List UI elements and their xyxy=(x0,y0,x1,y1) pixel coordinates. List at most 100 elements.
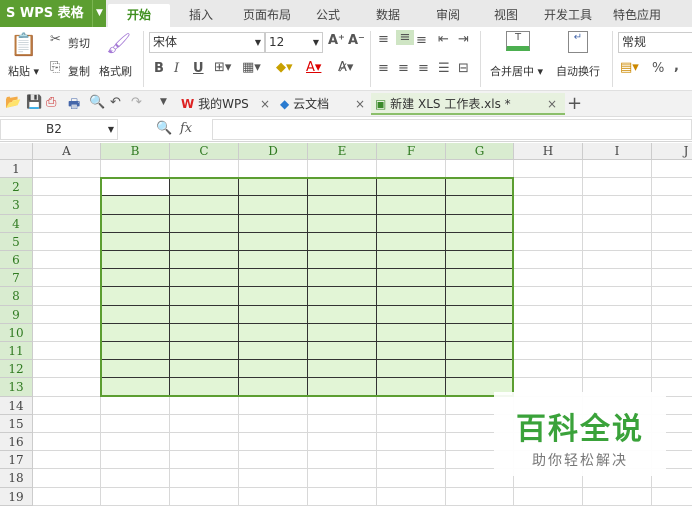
cell-J4[interactable] xyxy=(652,215,692,233)
cell-I3[interactable] xyxy=(583,196,652,215)
column-header-H[interactable]: H xyxy=(514,143,583,160)
customize-dropdown-icon[interactable]: ▼ xyxy=(160,97,167,107)
row-header-10[interactable]: 10 xyxy=(0,323,33,342)
ribbon-tab-5[interactable]: 审阅 xyxy=(424,4,472,27)
column-header-D[interactable]: D xyxy=(239,143,308,160)
cut-button[interactable]: 剪切 xyxy=(68,35,90,51)
cell-D1[interactable] xyxy=(239,160,308,179)
cell-A11[interactable] xyxy=(33,342,101,361)
cell-B16[interactable] xyxy=(101,433,170,452)
zoom-search-icon[interactable]: 🔍 xyxy=(156,121,172,136)
cell-E1[interactable] xyxy=(308,160,377,179)
cell-B18[interactable] xyxy=(101,469,170,488)
cell-A1[interactable] xyxy=(33,160,101,179)
cell-I9[interactable] xyxy=(583,305,652,324)
cell-A12[interactable] xyxy=(33,360,101,379)
cell-F1[interactable] xyxy=(377,160,446,179)
cell-F14[interactable] xyxy=(377,396,446,415)
align-right-icon[interactable]: ≡ xyxy=(418,61,429,76)
cell-H4[interactable] xyxy=(514,214,583,233)
cell-A6[interactable] xyxy=(33,251,101,270)
row-header-8[interactable]: 8 xyxy=(0,287,33,306)
cell-I19[interactable] xyxy=(583,487,652,506)
cell-A15[interactable] xyxy=(33,414,101,433)
fill-color-icon[interactable]: ◆▾ xyxy=(276,60,293,75)
row-header-11[interactable]: 11 xyxy=(0,342,33,361)
cell-B14[interactable] xyxy=(101,396,170,415)
cell-I2[interactable] xyxy=(583,178,652,197)
paste-icon[interactable]: 📋 xyxy=(10,33,37,59)
cell-B17[interactable] xyxy=(101,451,170,470)
row-header-15[interactable]: 15 xyxy=(0,414,33,433)
cell-F18[interactable] xyxy=(377,469,446,488)
cell-G19[interactable] xyxy=(446,487,514,506)
cell-H11[interactable] xyxy=(514,342,583,361)
row-header-18[interactable]: 18 xyxy=(0,469,33,488)
cell-D18[interactable] xyxy=(239,469,308,488)
column-header-I[interactable]: I xyxy=(583,143,652,160)
cell-H8[interactable] xyxy=(514,287,583,306)
row-header-1[interactable]: 1 xyxy=(0,160,33,179)
cell-F15[interactable] xyxy=(377,414,446,433)
cell-E15[interactable] xyxy=(308,414,377,433)
cell-J12[interactable] xyxy=(652,360,692,379)
decrease-indent-icon[interactable]: ⇤ xyxy=(438,32,449,47)
cell-C18[interactable] xyxy=(170,469,239,488)
cell-J19[interactable] xyxy=(652,488,692,506)
ribbon-tab-7[interactable]: 开发工具 xyxy=(537,4,599,27)
font-name-select[interactable]: 宋体 ▼ xyxy=(149,32,265,53)
doc-tab-cloud[interactable]: ◆ 云文档 xyxy=(280,93,329,115)
ribbon-tab-8[interactable]: 特色应用 xyxy=(606,4,668,27)
distributed-icon[interactable]: ⊟ xyxy=(458,61,469,76)
cell-H9[interactable] xyxy=(514,305,583,324)
cell-H1[interactable] xyxy=(514,160,583,179)
cell-H6[interactable] xyxy=(514,251,583,270)
select-all-corner[interactable] xyxy=(0,143,33,160)
align-bottom-icon[interactable]: ≡ xyxy=(416,33,427,48)
row-header-19[interactable]: 19 xyxy=(0,487,33,506)
cell-A5[interactable] xyxy=(33,232,101,251)
justify-icon[interactable]: ☰ xyxy=(438,61,450,76)
row-header-6[interactable]: 6 xyxy=(0,251,33,270)
cell-A3[interactable] xyxy=(33,196,101,215)
cell-B1[interactable] xyxy=(101,160,170,179)
column-header-E[interactable]: E xyxy=(308,143,377,160)
clear-format-icon[interactable]: A̷▾ xyxy=(338,60,353,75)
cell-B19[interactable] xyxy=(101,487,170,506)
cell-I10[interactable] xyxy=(583,323,652,342)
ribbon-tab-2[interactable]: 页面布局 xyxy=(236,4,298,27)
ribbon-tab-3[interactable]: 公式 xyxy=(307,4,349,27)
cell-J11[interactable] xyxy=(652,342,692,361)
column-header-C[interactable]: C xyxy=(170,143,239,160)
cell-J10[interactable] xyxy=(652,324,692,342)
insert-function-button[interactable]: fx xyxy=(180,121,192,136)
close-tab-icon[interactable]: × xyxy=(355,93,365,115)
cell-J2[interactable] xyxy=(652,178,692,197)
new-tab-button[interactable]: + xyxy=(567,93,582,115)
cell-A9[interactable] xyxy=(33,305,101,324)
cell-E16[interactable] xyxy=(308,433,377,452)
copy-button[interactable]: 复制 xyxy=(68,63,90,79)
cell-style-icon[interactable]: ▦▾ xyxy=(242,60,261,75)
cell-B15[interactable] xyxy=(101,414,170,433)
cell-C17[interactable] xyxy=(170,451,239,470)
cell-J6[interactable] xyxy=(652,251,692,270)
doc-tab-my-wps[interactable]: W 我的WPS xyxy=(181,93,249,115)
cell-I8[interactable] xyxy=(583,287,652,306)
row-header-4[interactable]: 4 xyxy=(0,214,33,233)
cell-H12[interactable] xyxy=(514,360,583,379)
doc-tab-active[interactable]: ▣ 新建 XLS 工作表.xls * × xyxy=(371,93,565,115)
row-header-14[interactable]: 14 xyxy=(0,396,33,415)
cell-H5[interactable] xyxy=(514,232,583,251)
cell-E19[interactable] xyxy=(308,487,377,506)
italic-button[interactable]: I xyxy=(174,61,179,76)
undo-icon[interactable]: ↶ xyxy=(110,95,121,110)
ribbon-tab-4[interactable]: 数据 xyxy=(364,4,412,27)
row-header-9[interactable]: 9 xyxy=(0,305,33,324)
cell-A10[interactable] xyxy=(33,323,101,342)
app-menu-button[interactable]: S WPS 表格 xyxy=(0,0,92,27)
cell-A14[interactable] xyxy=(33,396,101,415)
cell-J1[interactable] xyxy=(652,160,692,179)
cell-C1[interactable] xyxy=(170,160,239,179)
row-header-13[interactable]: 13 xyxy=(0,378,33,397)
